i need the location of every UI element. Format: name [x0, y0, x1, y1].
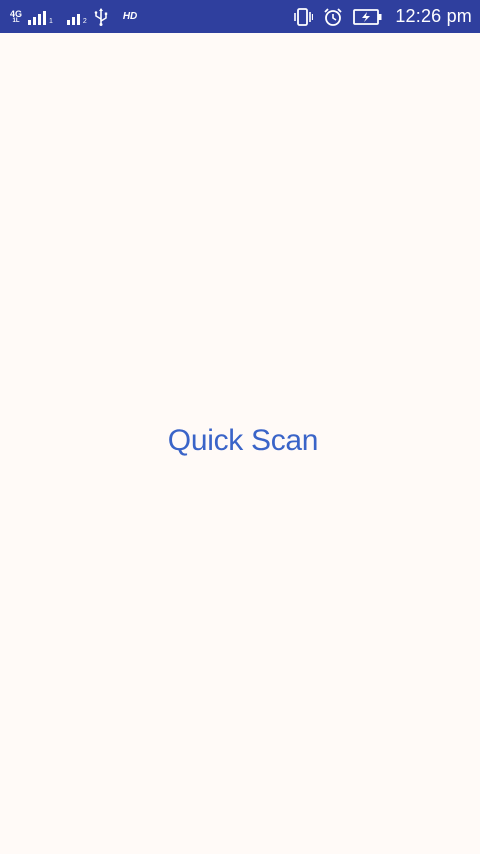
- network-type-label: 4G: [10, 8, 23, 19]
- sim2-number: 2: [82, 17, 87, 25]
- signal-bar: [76, 13, 80, 25]
- signal-bar: [28, 19, 31, 25]
- status-bar-clock: 12:26 pm: [395, 6, 472, 26]
- signal-bar: [33, 16, 36, 25]
- network-subtype-label: 1L: [12, 17, 20, 24]
- sim2-signal-icon: 2: [66, 9, 87, 25]
- signal-bar: [38, 13, 41, 25]
- sim1-signal-icon: 1: [28, 9, 53, 25]
- signal-bar: [66, 19, 70, 25]
- hd-badge: HD: [122, 11, 138, 22]
- signal-bar: [43, 10, 46, 25]
- main-content: Quick Scan: [0, 33, 480, 854]
- status-bar: 4G 1L 1 2 HD 12:26 pm: [0, 0, 480, 33]
- signal-bar: [71, 16, 75, 25]
- vibrate-icon: [294, 7, 314, 26]
- status-bar-right: 12:26 pm: [293, 0, 472, 33]
- alarm-icon: [324, 7, 342, 26]
- status-bar-left: 4G 1L 1 2 HD: [10, 0, 137, 33]
- network-type-indicator: 4G 1L: [10, 8, 23, 24]
- quick-scan-button[interactable]: Quick Scan: [0, 424, 480, 458]
- battery-charging-icon: [353, 8, 382, 25]
- sim1-number: 1: [49, 17, 53, 25]
- usb-icon: [94, 7, 108, 26]
